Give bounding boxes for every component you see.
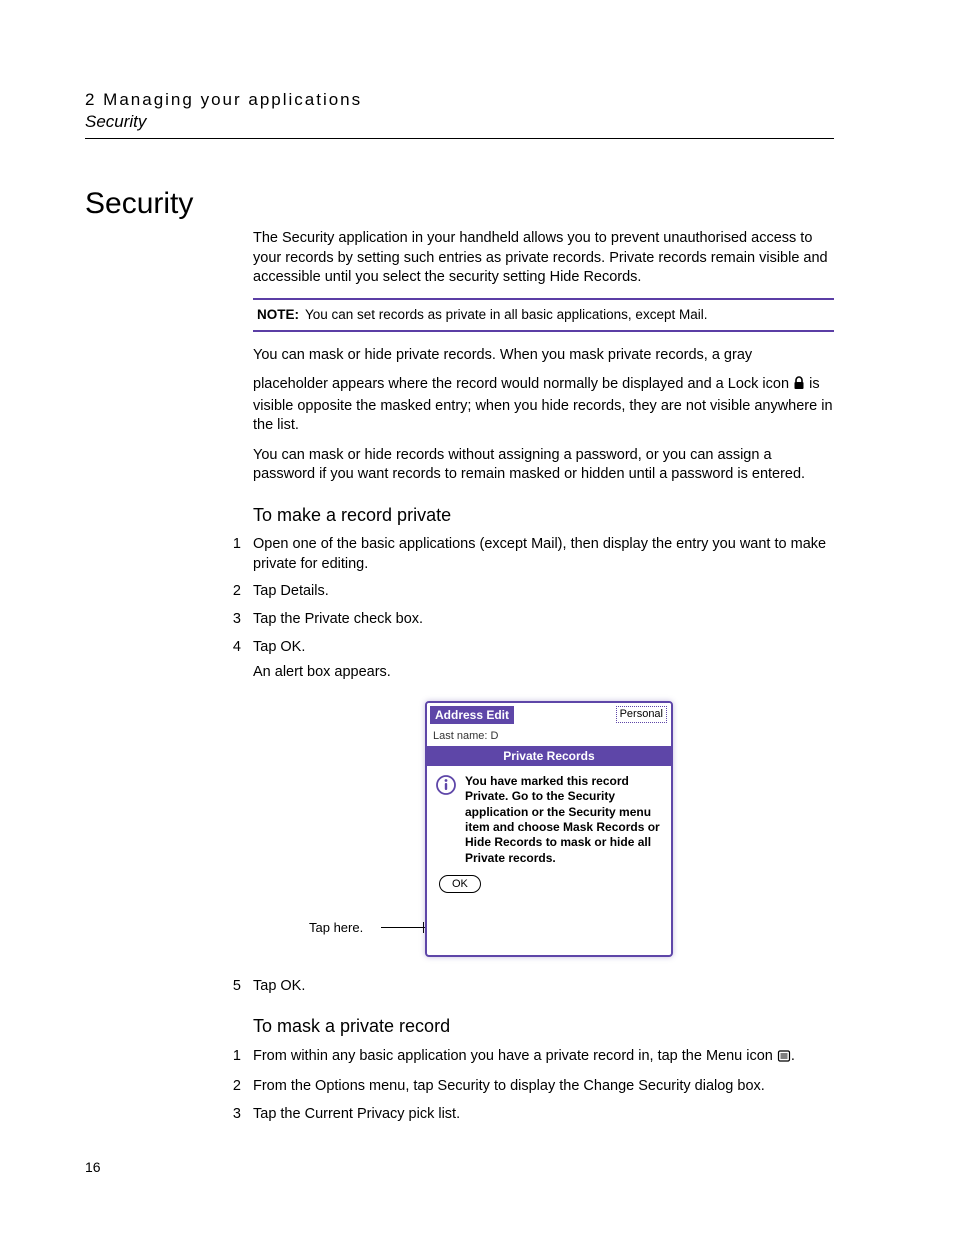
step-number: 3 <box>213 610 241 630</box>
step-text: Tap OK. An alert box appears. <box>253 638 834 683</box>
ok-button[interactable]: OK <box>439 875 481 893</box>
step-text: Tap OK. <box>253 977 834 997</box>
header-rule <box>85 138 834 139</box>
device-category: Personal <box>616 706 667 723</box>
step-text-b: . <box>791 1048 795 1064</box>
subheading-mask-private: To mask a private record <box>253 1014 834 1038</box>
mask-paragraph-line2a: placeholder appears where the record wou… <box>253 376 793 392</box>
note-label: NOTE: <box>257 307 299 322</box>
step-text: From the Options menu, tap Security to d… <box>253 1077 834 1097</box>
device-titlebar: Address Edit Personal <box>427 703 671 727</box>
callout-line <box>381 927 425 928</box>
intro-paragraph: The Security application in your handhel… <box>253 229 834 288</box>
step-text-a: From within any basic application you ha… <box>253 1048 777 1064</box>
step-text-main: Tap OK. <box>253 639 305 655</box>
menu-icon <box>777 1049 791 1070</box>
steps-mask-private: 1 From within any basic application you … <box>213 1047 834 1125</box>
step-text: Tap the Current Privacy pick list. <box>253 1105 834 1125</box>
step-text: Tap the Private check box. <box>253 610 834 630</box>
callout-label: Tap here. <box>309 919 363 937</box>
note-text: You can set records as private in all ba… <box>305 307 707 322</box>
running-header: 2 Managing your applications Security <box>85 90 834 132</box>
step-number: 2 <box>213 582 241 602</box>
step-text: From within any basic application you ha… <box>253 1047 834 1070</box>
note-box: NOTE: You can set records as private in a… <box>253 298 834 332</box>
device-title: Address Edit <box>430 706 514 724</box>
page-title: Security <box>85 187 834 221</box>
steps-make-private: 1 Open one of the basic applications (ex… <box>213 535 834 682</box>
header-section-line: Security <box>85 112 834 132</box>
steps-make-private-cont: 5 Tap OK. <box>213 977 834 997</box>
mask-paragraph-2: You can mask or hide records without ass… <box>253 446 834 485</box>
step-number: 1 <box>213 1047 241 1070</box>
page: 2 Managing your applications Security Se… <box>0 0 954 1235</box>
subheading-make-private: To make a record private <box>253 503 834 527</box>
callout-tick <box>423 922 424 933</box>
step-text: Open one of the basic applications (exce… <box>253 535 834 574</box>
header-chapter-line: 2 Managing your applications <box>85 90 834 110</box>
device-message: You have marked this record Private. Go … <box>465 774 663 866</box>
dialog-figure: Tap here. Address Edit Personal Last nam… <box>253 701 834 961</box>
page-number: 16 <box>85 1159 101 1175</box>
step-number: 2 <box>213 1077 241 1097</box>
info-icon <box>435 774 457 796</box>
step-number: 1 <box>213 535 241 574</box>
device-field-lastname: Last name: D <box>427 727 671 744</box>
step-number: 3 <box>213 1105 241 1125</box>
step-number: 5 <box>213 977 241 997</box>
device-mock: Address Edit Personal Last name: D Priva… <box>425 701 673 957</box>
step-followup: An alert box appears. <box>253 663 834 683</box>
mask-paragraph-line1: You can mask or hide private records. Wh… <box>253 346 834 366</box>
step-number: 4 <box>213 638 241 683</box>
step-text: Tap Details. <box>253 582 834 602</box>
device-banner: Private Records <box>427 746 671 766</box>
device-button-row: OK <box>427 866 671 902</box>
lock-icon <box>793 376 805 396</box>
mask-paragraph-line2: placeholder appears where the record wou… <box>253 375 834 435</box>
body-column: The Security application in your handhel… <box>253 229 834 1124</box>
device-body: You have marked this record Private. Go … <box>427 766 671 866</box>
